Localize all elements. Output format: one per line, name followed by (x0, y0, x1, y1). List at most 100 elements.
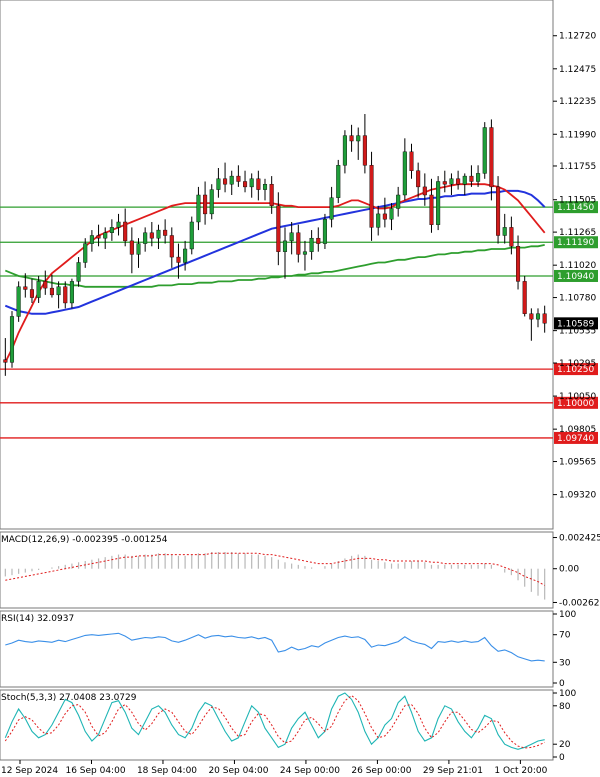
rsi-tick-label: 70 (559, 631, 571, 641)
candle-bullish (336, 165, 341, 198)
candle-bullish (103, 232, 108, 239)
candle-bearish (522, 281, 527, 314)
candle-bullish (262, 183, 268, 190)
candle-bullish (402, 151, 407, 196)
candle-bullish (76, 262, 81, 282)
candle-bearish (203, 194, 208, 215)
candle-bearish (29, 289, 34, 298)
candle-bullish (156, 229, 161, 239)
price-tick-label: 1.09805 (559, 425, 596, 435)
candle-bearish (456, 178, 461, 185)
candle-bearish (243, 181, 248, 188)
candle-bearish (149, 232, 154, 239)
candle-bullish (36, 281, 41, 298)
candle-bearish (409, 151, 414, 171)
candle-bullish (389, 208, 394, 220)
level-tag-label: 1.10940 (557, 272, 594, 282)
candle-bullish (143, 232, 148, 244)
candle-bullish (109, 227, 114, 233)
candle-bearish (296, 232, 301, 255)
candle-bullish (249, 178, 254, 188)
rsi-tick-label: 0 (559, 679, 565, 689)
candle-bullish (376, 213, 381, 228)
time-axis: 12 Sep 2024 16 Sep 04:00 18 Sep 04:00 20 Se… (1, 760, 548, 776)
candle-bullish (89, 235, 94, 244)
time-tick-label: 24 Sep 00:00 (280, 766, 340, 776)
candle-bearish (516, 246, 521, 282)
macd-label: MACD(12,26,9) -0.002395 -0.001254 (1, 535, 168, 545)
forex-candlestick-chart: 1.114501.111901.109401.102501.100001.097… (0, 0, 600, 776)
candle-bullish (189, 221, 194, 250)
candle-bearish (429, 194, 434, 225)
price-tick-label: 1.11020 (559, 261, 596, 271)
candle-bearish (349, 135, 354, 142)
macd-tick-label: 0.002425 (559, 534, 600, 544)
candle-bearish (3, 359, 8, 363)
price-panel (0, 0, 554, 530)
candle-bullish (216, 178, 221, 190)
candle-bullish (356, 135, 361, 142)
macd-tick-label: 0.00 (559, 565, 579, 575)
rsi-tick-label: 30 (559, 658, 571, 668)
candle-bullish (9, 316, 15, 363)
candle-bearish (123, 221, 128, 242)
price-tick-label: 1.09320 (559, 491, 596, 501)
candle-bullish (322, 219, 327, 244)
rsi-label: RSI(14) 32.0937 (1, 614, 74, 624)
time-tick-label: 26 Sep 00:00 (351, 766, 411, 776)
price-tick-label: 1.11505 (559, 196, 596, 206)
candle-bullish (449, 178, 454, 185)
rsi-tick-label: 100 (559, 610, 576, 620)
candle-bullish (436, 181, 441, 225)
price-tick-label: 1.10295 (559, 359, 596, 369)
candle-bullish (502, 227, 507, 236)
candle-bullish (83, 243, 88, 263)
candle-bearish (509, 227, 514, 247)
candle-bearish (63, 286, 68, 304)
stoch-tick-label: 20 (559, 740, 571, 750)
time-tick-label: 29 Sep 21:01 (423, 766, 483, 776)
candle-bearish (269, 183, 274, 206)
candle-bearish (316, 237, 321, 244)
candle-bullish (329, 197, 334, 220)
candle-bearish (362, 135, 367, 166)
price-tick-label: 1.10535 (559, 327, 596, 337)
candle-bearish (163, 229, 168, 236)
price-tick-label: 1.11755 (559, 162, 596, 172)
candle-bearish (416, 170, 421, 188)
candle-bearish (236, 175, 241, 182)
candle-bearish (422, 186, 427, 196)
candle-bullish (183, 248, 188, 263)
candle-bearish (529, 313, 534, 320)
candle-bearish (223, 178, 228, 185)
candle-bullish (535, 313, 541, 320)
candle-bullish (482, 127, 487, 174)
price-tick-label: 1.10050 (559, 392, 596, 402)
candle-bullish (116, 221, 121, 228)
time-tick-label: 16 Sep 04:00 (65, 766, 125, 776)
macd-tick-label: -0.002625 (559, 598, 600, 608)
stoch-tick-label: 100 (559, 689, 576, 699)
candle-bullish (476, 173, 481, 182)
candle-bearish (489, 127, 494, 188)
time-tick-label: 1 Oct 20:00 (494, 766, 547, 776)
candle-bearish (96, 235, 101, 239)
price-tick-label: 1.09565 (559, 458, 596, 468)
candle-bearish (256, 178, 261, 190)
candle-bearish (23, 286, 28, 290)
candle-bullish (196, 194, 201, 223)
candle-bearish (442, 181, 447, 185)
price-tick-label: 1.10780 (559, 294, 596, 304)
candle-bullish (229, 175, 234, 185)
price-tick-label: 1.11990 (559, 130, 596, 140)
candle-bearish (496, 186, 501, 236)
candle-bullish (302, 251, 307, 255)
candle-bullish (396, 194, 401, 209)
stoch-tick-label: 0 (559, 753, 565, 763)
price-tick-label: 1.12475 (559, 65, 596, 75)
candle-bullish (309, 237, 314, 252)
candle-bearish (382, 213, 387, 220)
candle-bullish (209, 189, 214, 215)
candle-bullish (69, 281, 74, 304)
candle-bearish (49, 287, 54, 296)
